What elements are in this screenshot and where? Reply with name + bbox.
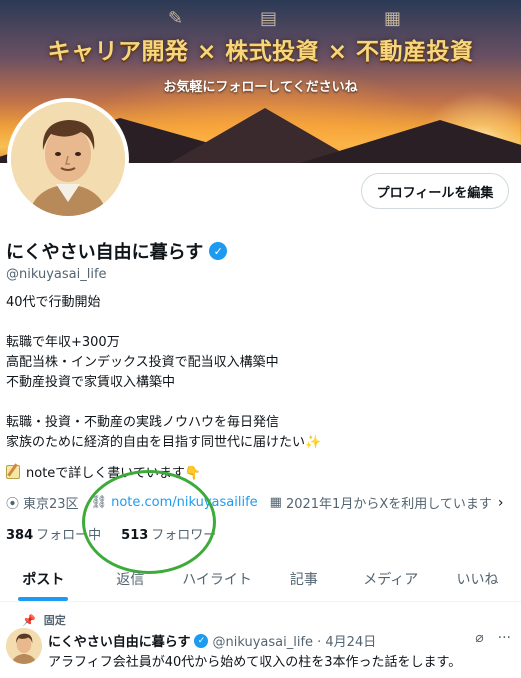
tweet-text: アラフィフ会社員が40代から始めて収入の柱を3本作った話をします。: [48, 655, 462, 670]
pin-icon: 📌: [22, 613, 36, 627]
avatar-portrait-icon: [11, 102, 125, 216]
avatar-portrait-icon: [6, 628, 42, 664]
following-count: 384: [6, 528, 34, 543]
profile-avatar[interactable]: [7, 98, 129, 220]
banner-subtitle: お気軽にフォローしてくださいね: [163, 80, 358, 95]
edit-profile-button[interactable]: プロフィールを編集: [361, 173, 509, 209]
profile-handle: @nikuyasai_life: [6, 267, 107, 282]
tweet-actions: ⌀ ···: [475, 630, 511, 646]
join-date-text: 2021年1月からXを利用しています: [285, 497, 492, 512]
tab-articles[interactable]: 記事: [260, 558, 347, 601]
stock-chart-icon: ▤: [260, 8, 278, 29]
tweet-meta[interactable]: @nikuyasai_life · 4月24日: [212, 631, 376, 650]
tweet-header: にくやさい自由に暮らす ✓ @nikuyasai_life · 4月24日: [48, 631, 376, 650]
tweet-avatar[interactable]: [6, 628, 42, 664]
location: ⦿ 東京23区: [6, 493, 79, 512]
tab-highlights[interactable]: ハイライト: [174, 558, 261, 601]
grok-icon[interactable]: ⌀: [475, 630, 483, 646]
building-icon: ▦: [384, 8, 402, 29]
verified-badge-icon: ✓: [194, 633, 209, 648]
avatar-image: [11, 102, 125, 216]
career-icon: ✎: [168, 8, 184, 29]
profile-tabs: ポスト 返信 ハイライト 記事 メディア いいね: [0, 558, 521, 602]
tab-posts[interactable]: ポスト: [0, 558, 87, 601]
pinned-label: 📌 固定: [22, 612, 66, 628]
tweet-author-name[interactable]: にくやさい自由に暮らす: [48, 631, 190, 650]
banner-title: キャリア開発 × 株式投資 × 不動産投資: [47, 39, 474, 65]
profile-meta: ⦿ 東京23区 ⛓ note.com/nikuyasailife ▦ 2021年…: [6, 493, 515, 513]
location-pin-icon: ⦿: [6, 497, 20, 512]
tab-replies[interactable]: 返信: [87, 558, 174, 601]
more-icon[interactable]: ···: [498, 630, 511, 646]
join-date[interactable]: ▦ 2021年1月からXを利用しています ›: [269, 493, 504, 513]
tab-likes[interactable]: いいね: [434, 558, 521, 601]
location-text: 東京23区: [23, 497, 79, 512]
banner-mountain-right: [300, 120, 521, 163]
profile-bio: 40代で行動開始 転職で年収+300万 高配当株・インデックス投資で配当収入構築…: [6, 295, 322, 450]
memo-icon: [6, 464, 20, 479]
verified-badge-icon[interactable]: ✓: [209, 242, 228, 260]
pinned-text: 固定: [43, 614, 66, 627]
calendar-icon: ▦: [269, 495, 282, 510]
profile-name-row: にくやさい自由に暮らす ✓: [6, 238, 228, 264]
display-name: にくやさい自由に暮らす: [6, 242, 204, 263]
chevron-right-icon: ›: [497, 494, 504, 511]
tab-media[interactable]: メディア: [347, 558, 434, 601]
